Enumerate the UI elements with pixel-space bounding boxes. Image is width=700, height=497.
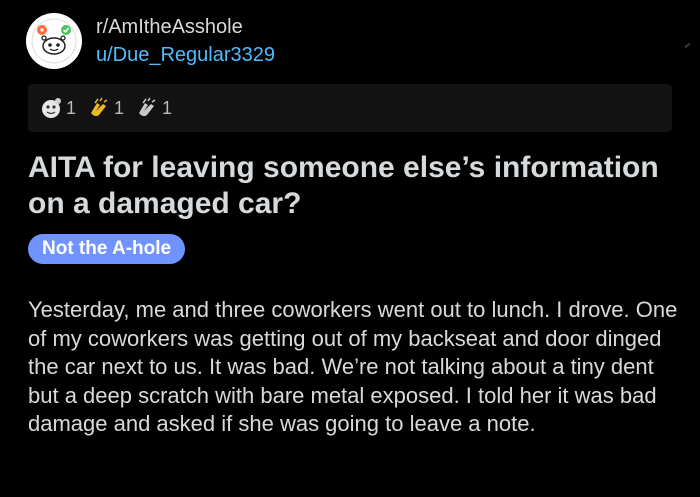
- award-count: 1: [162, 97, 173, 118]
- post-flair[interactable]: Not the A-hole: [28, 234, 186, 264]
- reddit-snoo-icon: [31, 18, 77, 64]
- award-count: 1: [66, 97, 77, 118]
- more-options-icon[interactable]: [684, 43, 694, 53]
- clapping-gold-award-icon: [91, 97, 108, 117]
- awards-bar[interactable]: 1 1 1: [28, 84, 672, 132]
- author-username[interactable]: u/Due_Regular3329: [96, 43, 275, 67]
- post-page: r/AmItheAsshole u/Due_Regular3329 1 1 1 …: [0, 0, 700, 497]
- helpful-award-icon: [42, 98, 61, 118]
- post-header: r/AmItheAsshole u/Due_Regular3329: [26, 13, 275, 69]
- clapping-silver-award-icon: [139, 97, 156, 117]
- post-title[interactable]: AITA for leaving someone else’s informat…: [28, 150, 668, 222]
- award-clapping-gold[interactable]: 1: [86, 95, 124, 121]
- post-body: Yesterday, me and three coworkers went o…: [28, 297, 678, 436]
- subreddit-name[interactable]: r/AmItheAsshole: [96, 15, 275, 39]
- award-count: 1: [114, 97, 125, 118]
- award-helpful[interactable]: 1: [38, 95, 76, 121]
- subreddit-avatar[interactable]: [26, 13, 82, 69]
- header-titles: r/AmItheAsshole u/Due_Regular3329: [96, 15, 275, 67]
- award-clapping-silver[interactable]: 1: [134, 95, 172, 121]
